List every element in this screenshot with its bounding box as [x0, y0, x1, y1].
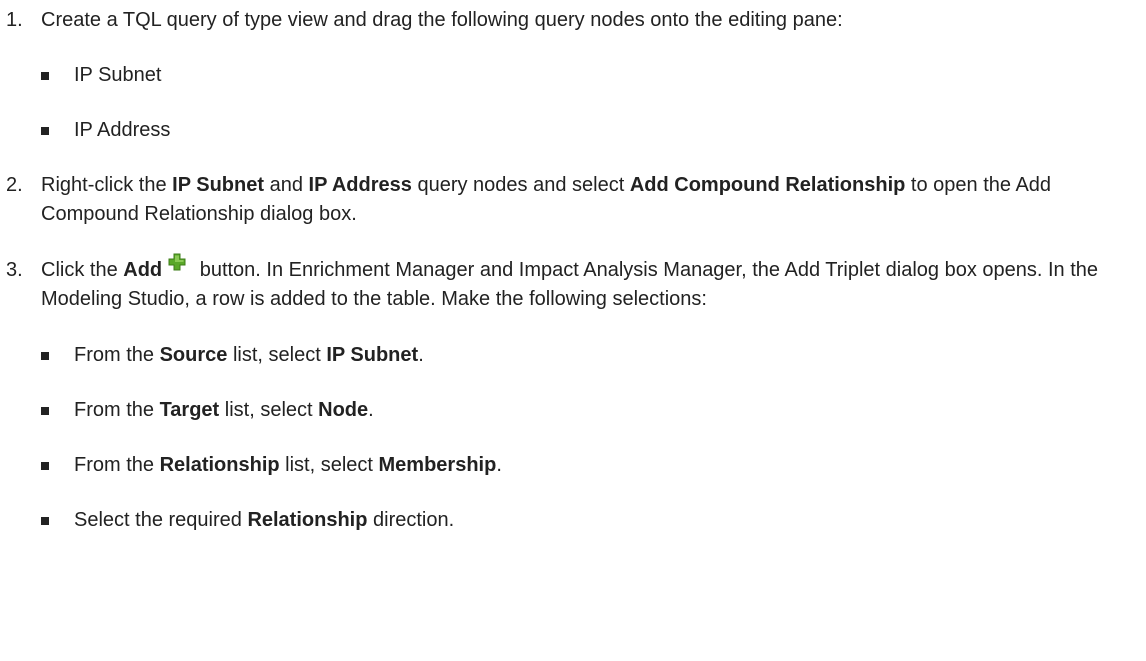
bullet-text-part: list, select: [219, 399, 319, 421]
step-text-part: query nodes and select: [411, 174, 630, 196]
list-item: From the Source list, select IP Subnet.: [0, 341, 1146, 370]
step-1: 1. Create a TQL query of type view and d…: [0, 6, 1146, 35]
ui-term: Target: [159, 399, 220, 421]
bullet-text-part: From the: [74, 344, 160, 366]
step-text-part: Click the: [41, 259, 124, 281]
bullet-text: IP Subnet: [74, 64, 162, 86]
list-item: IP Address: [0, 116, 1146, 145]
ui-term: IP Subnet: [326, 344, 419, 366]
ui-term: Membership: [378, 454, 497, 476]
step-text-part: Right-click the: [41, 174, 173, 196]
step-3-bullets: From the Source list, select IP Subnet. …: [0, 341, 1146, 535]
list-item: IP Subnet: [0, 61, 1146, 90]
step-text-part: and: [264, 174, 309, 196]
ui-term: IP Address: [308, 174, 412, 196]
list-item: Select the required Relationship directi…: [0, 506, 1146, 535]
bullet-text-part: From the: [74, 454, 160, 476]
step-1-bullets: IP Subnet IP Address: [0, 61, 1146, 145]
ui-term: IP Subnet: [172, 174, 265, 196]
bullet-text-part: Select the required: [74, 509, 248, 531]
ui-term: Node: [318, 399, 369, 421]
step-2: 2. Right-click the IP Subnet and IP Addr…: [0, 171, 1146, 229]
bullet-text-part: .: [496, 454, 502, 476]
ui-term: Relationship: [247, 509, 368, 531]
list-item: From the Relationship list, select Membe…: [0, 451, 1146, 480]
bullet-text: IP Address: [74, 119, 171, 141]
ui-term: Relationship: [159, 454, 280, 476]
bullet-text-part: list, select: [279, 454, 379, 476]
add-plus-icon: [168, 253, 186, 271]
step-3: 3. Click the Add button. In Enrichment M…: [0, 253, 1146, 314]
bullet-text-part: direction.: [367, 509, 455, 531]
step-number: 2.: [6, 174, 23, 196]
bullet-text-part: .: [368, 399, 374, 421]
bullet-text-part: .: [418, 344, 424, 366]
document-page: 1. Create a TQL query of type view and d…: [0, 0, 1146, 661]
ui-term: Add Compound Relationship: [629, 174, 906, 196]
step-number: 3.: [6, 259, 23, 281]
bullet-text-part: From the: [74, 399, 160, 421]
step-number: 1.: [6, 9, 23, 31]
step-text-part: button. In Enrichment Manager and Impact…: [41, 259, 1099, 310]
ui-term: Source: [159, 344, 228, 366]
ui-term: Add: [123, 259, 163, 281]
bullet-text-part: list, select: [227, 344, 327, 366]
list-item: From the Target list, select Node.: [0, 396, 1146, 425]
step-text: Create a TQL query of type view and drag…: [41, 9, 843, 31]
